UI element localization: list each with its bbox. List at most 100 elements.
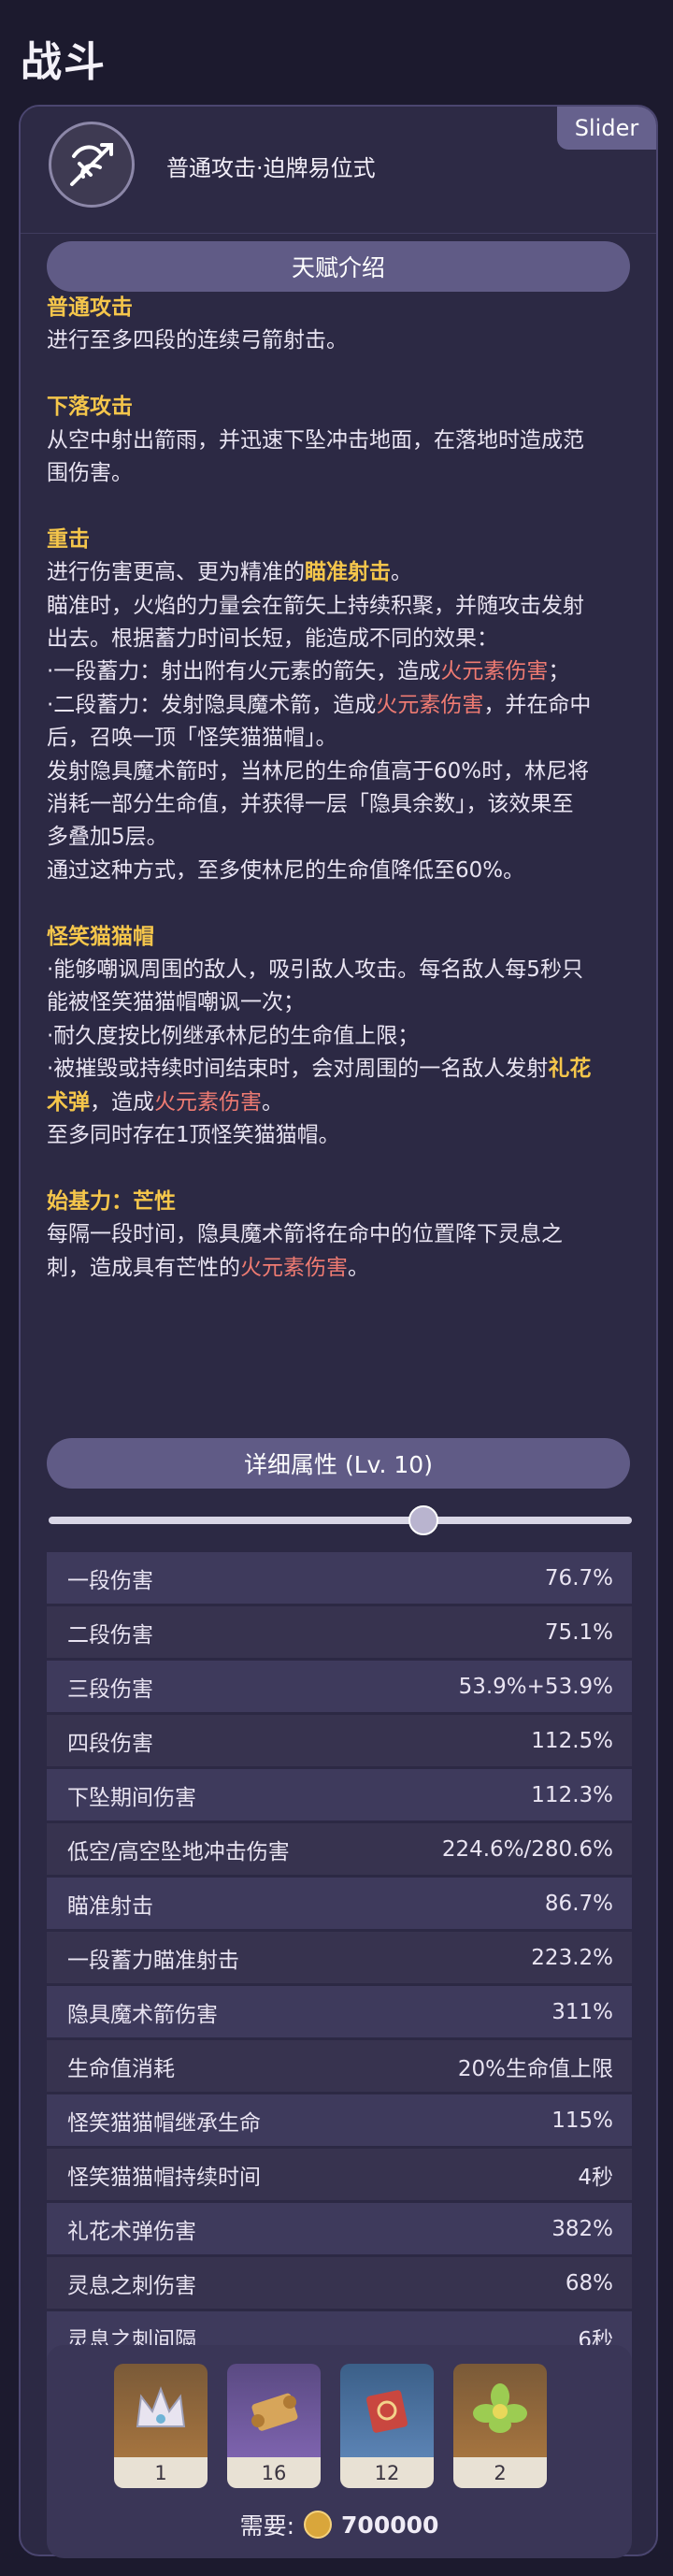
attribute-value: 4秒	[578, 2165, 613, 2190]
material-item[interactable]: 12	[340, 2364, 434, 2488]
attribute-row: 一段伤害 76.7%	[47, 1552, 632, 1604]
text-segment: 通过这种方式，至多使林尼的生命值降低至60%。	[47, 857, 525, 883]
talent-description: 普通攻击 进行至多四段的连续弓箭射击。 下落攻击 从空中射出箭雨，并迅速下坠冲击地面，…	[47, 292, 645, 1285]
text-segment: 。	[391, 560, 412, 585]
talent-section-title: 重击	[47, 524, 645, 556]
material-count: 1	[114, 2457, 208, 2488]
talent-line: 从空中射出箭雨，并迅速下坠冲击地面，在落地时造成范	[47, 425, 645, 457]
talent-line	[47, 358, 645, 391]
text-segment: 火元素伤害	[376, 692, 484, 717]
text-segment: 每隔一段时间，隐具魔术箭将在命中的位置降下灵息之	[47, 1222, 563, 1247]
attribute-label: 怪笑猫猫帽继承生命	[67, 2110, 261, 2136]
talent-section-title: 怪笑猫猫帽	[47, 921, 645, 954]
bow-arrows-icon	[49, 122, 135, 208]
text-segment: 术弹	[47, 1089, 90, 1115]
material-item[interactable]: 1	[114, 2364, 208, 2488]
talent-line: 多叠加5层。	[47, 821, 645, 854]
flower-icon	[453, 2364, 547, 2457]
talent-line: ·一段蓄力：射出附有火元素的箭矢，造成火元素伤害；	[47, 655, 645, 688]
attribute-label: 怪笑猫猫帽持续时间	[67, 2165, 261, 2190]
attribute-label: 礼花术弹伤害	[67, 2219, 196, 2244]
text-segment: 下落攻击	[47, 395, 133, 420]
text-segment: 始基力：芒性	[47, 1188, 176, 1214]
attribute-value: 76.7%	[544, 1565, 613, 1590]
attribute-row: 三段伤害 53.9%+53.9%	[47, 1661, 632, 1712]
attribute-label: 灵息之刺伤害	[67, 2273, 196, 2298]
text-segment: 至多同时存在1顶怪笑猫猫帽。	[47, 1123, 340, 1148]
text-segment: 怪笑猫猫帽	[47, 924, 154, 949]
slider-tab[interactable]: Slider	[557, 107, 656, 150]
skill-card: 普通攻击·迫牌易位式 Slider 天赋介绍 普通攻击 进行至多四段的连续弓箭射击…	[19, 105, 658, 2558]
material-item[interactable]: 2	[453, 2364, 547, 2488]
level-slider-track[interactable]	[49, 1517, 632, 1524]
attribute-row: 礼花术弹伤害 382%	[47, 2203, 632, 2254]
talent-line: 能被怪笑猫猫帽嘲讽一次；	[47, 986, 645, 1019]
scroll-icon	[227, 2364, 321, 2457]
crown-icon	[114, 2364, 208, 2457]
attribute-row: 四段伤害 112.5%	[47, 1715, 632, 1766]
attribute-label: 瞄准射击	[67, 1893, 153, 1919]
level-slider-thumb[interactable]	[408, 1505, 439, 1535]
book-icon	[340, 2364, 434, 2457]
skill-name: 普通攻击·迫牌易位式	[166, 155, 376, 181]
text-segment: ；	[548, 659, 570, 684]
talent-line: 发射隐具魔术箭时，当林尼的生命值高于60%时，林尼将	[47, 756, 645, 788]
material-count: 12	[340, 2457, 434, 2488]
cost-line: 需要: 700000	[47, 2508, 632, 2541]
attribute-label: 低空/高空坠地冲击伤害	[67, 1839, 290, 1864]
text-segment: 。	[348, 1255, 369, 1280]
attribute-row: 怪笑猫猫帽继承生命 115%	[47, 2094, 632, 2146]
attributes-heading: 详细属性 (Lv. 10)	[47, 1438, 630, 1489]
cost-label: 需要:	[239, 2512, 295, 2540]
talent-line: 进行至多四段的连续弓箭射击。	[47, 324, 645, 357]
attribute-value: 115%	[551, 2108, 613, 2133]
text-segment: ·一段蓄力：射出附有火元素的箭矢，造成	[47, 659, 441, 684]
attribute-label: 下坠期间伤害	[67, 1785, 196, 1810]
text-segment: 礼花	[548, 1057, 592, 1082]
text-segment: ，并在命中	[483, 692, 592, 717]
materials-panel: 1 16 12 2 需要: 700000	[47, 2345, 632, 2558]
text-segment: 刺，造成具有芒性的	[47, 1255, 240, 1280]
attribute-label: 一段蓄力瞄准射击	[67, 1948, 239, 1973]
material-count: 16	[227, 2457, 321, 2488]
text-segment: 消耗一部分生命值，并获得一层「隐具余数」，该效果至	[47, 792, 574, 817]
attribute-label: 四段伤害	[67, 1731, 153, 1756]
text-segment: 进行至多四段的连续弓箭射击。	[47, 328, 348, 353]
attribute-label: 隐具魔术箭伤害	[67, 2002, 218, 2027]
attribute-label: 三段伤害	[67, 1677, 153, 1702]
talent-line	[47, 490, 645, 523]
talent-line: 后，召唤一顶「怪笑猫猫帽」。	[47, 722, 645, 755]
text-segment: ·能够嘲讽周围的敌人，吸引敌人攻击。每名敌人每5秒只	[47, 957, 583, 983]
attribute-value: 223.2%	[531, 1945, 613, 1970]
material-item[interactable]: 16	[227, 2364, 321, 2488]
attribute-row: 灵息之刺伤害 68%	[47, 2257, 632, 2309]
attribute-row: 一段蓄力瞄准射击 223.2%	[47, 1932, 632, 1983]
attribute-row: 怪笑猫猫帽持续时间 4秒	[47, 2149, 632, 2200]
talent-line: 每隔一段时间，隐具魔术箭将在命中的位置降下灵息之	[47, 1218, 645, 1251]
attribute-value: 68%	[565, 2270, 613, 2295]
attribute-row: 二段伤害 75.1%	[47, 1606, 632, 1658]
attribute-row: 下坠期间伤害 112.3%	[47, 1769, 632, 1820]
talent-line: 通过这种方式，至多使林尼的生命值降低至60%。	[47, 855, 645, 887]
mora-coin-icon	[304, 2511, 333, 2539]
text-segment: 进行伤害更高、更为精准的	[47, 560, 305, 585]
attribute-value: 382%	[551, 2216, 613, 2241]
talent-line: 出去。根据蓄力时间长短，能造成不同的效果：	[47, 623, 645, 655]
talent-line: 至多同时存在1顶怪笑猫猫帽。	[47, 1119, 645, 1152]
text-segment: ·被摧毁或持续时间结束时，会对周围的一名敌人发射	[47, 1057, 549, 1082]
text-segment: ，造成	[90, 1089, 154, 1115]
attribute-row: 隐具魔术箭伤害 311%	[47, 1986, 632, 2037]
attribute-table: 一段伤害 76.7% 二段伤害 75.1% 三段伤害 53.9%+53.9% 四段伤害 112…	[47, 1552, 632, 2366]
text-segment: 火元素伤害	[240, 1255, 348, 1280]
text-segment: ·耐久度按比例继承林尼的生命值上限；	[47, 1023, 420, 1048]
text-segment: 围伤害。	[47, 461, 133, 486]
talent-line	[47, 887, 645, 920]
talent-line: 刺，造成具有芒性的火元素伤害。	[47, 1252, 645, 1285]
text-segment: 后，召唤一顶「怪笑猫猫帽」。	[47, 726, 337, 751]
text-segment: 火元素伤害	[154, 1089, 262, 1115]
text-segment: 。	[262, 1089, 283, 1115]
attribute-value: 112.3%	[531, 1782, 613, 1807]
text-segment: 重击	[47, 526, 90, 552]
attribute-value: 112.5%	[531, 1728, 613, 1753]
attribute-label: 生命值消耗	[67, 2056, 175, 2081]
